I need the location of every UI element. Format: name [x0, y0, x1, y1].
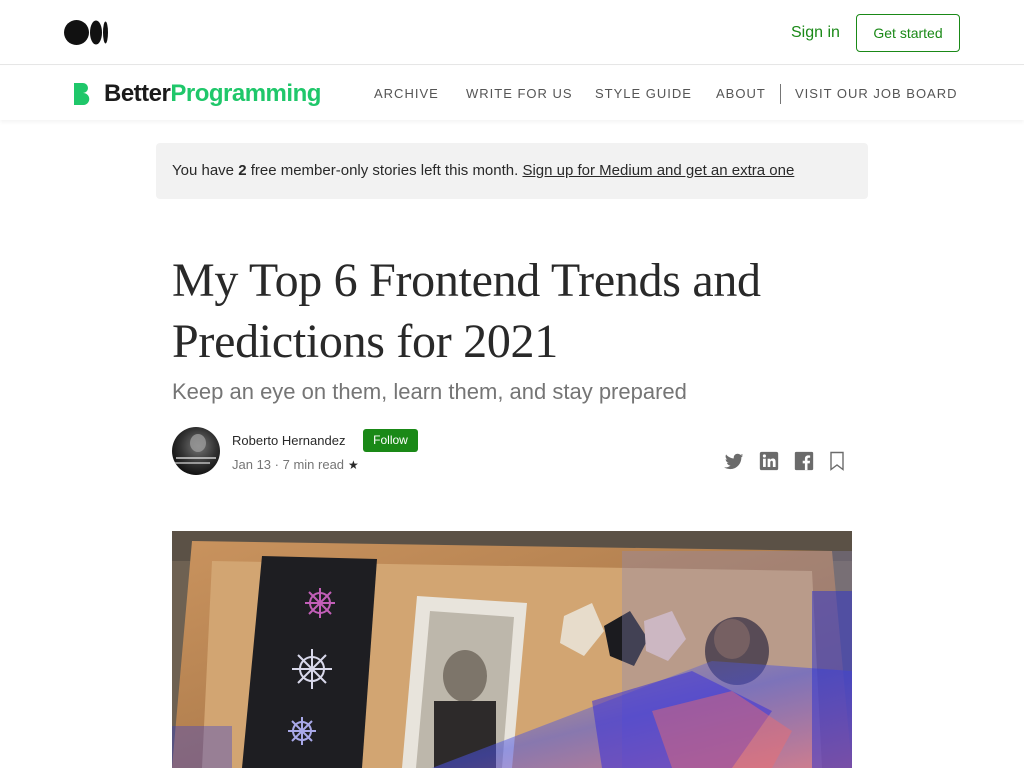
nav-about[interactable]: ABOUT — [716, 86, 766, 102]
read-time: 7 min read — [282, 457, 345, 472]
hero-illustration — [172, 531, 852, 768]
publication-name: BetterProgramming — [104, 80, 321, 107]
get-started-button[interactable]: Get started — [856, 14, 960, 52]
nav-divider — [780, 84, 781, 104]
nav-job-board[interactable]: VISIT OUR JOB BOARD — [795, 86, 958, 102]
publication-nav: BetterProgramming ARCHIVE WRITE FOR US S… — [0, 66, 1024, 120]
signup-link[interactable]: Sign up for Medium and get an extra one — [522, 162, 794, 179]
author-name[interactable]: Roberto Hernandez — [232, 433, 345, 449]
article-meta: Jan 13 · 7 min read ★ — [232, 457, 359, 472]
author-avatar[interactable] — [172, 427, 220, 475]
sign-in-link[interactable]: Sign in — [791, 23, 840, 43]
nav-archive[interactable]: ARCHIVE — [374, 86, 439, 102]
member-star-icon: ★ — [348, 458, 359, 472]
article-title: My Top 6 Frontend Trends and Predictions… — [172, 254, 761, 368]
nav-style-guide[interactable]: STYLE GUIDE — [595, 86, 692, 102]
article-subtitle: Keep an eye on them, learn them, and sta… — [172, 379, 687, 404]
better-programming-logo-icon — [74, 83, 90, 105]
article-hero-image — [172, 531, 852, 768]
nav-write-for-us[interactable]: WRITE FOR US — [466, 86, 573, 102]
publish-date: Jan 13 — [232, 457, 272, 472]
member-stories-banner: You have 2 free member-only stories left… — [156, 143, 868, 199]
follow-button[interactable]: Follow — [363, 429, 418, 452]
linkedin-icon[interactable] — [758, 450, 780, 472]
facebook-icon[interactable] — [793, 450, 815, 472]
stories-left-count: 2 — [238, 162, 247, 179]
medium-logo-icon[interactable] — [64, 20, 108, 45]
top-bar: Sign in Get started — [0, 0, 1024, 65]
publication-logo[interactable]: BetterProgramming — [74, 82, 321, 106]
twitter-icon[interactable] — [723, 450, 745, 472]
bookmark-icon[interactable] — [828, 451, 846, 471]
